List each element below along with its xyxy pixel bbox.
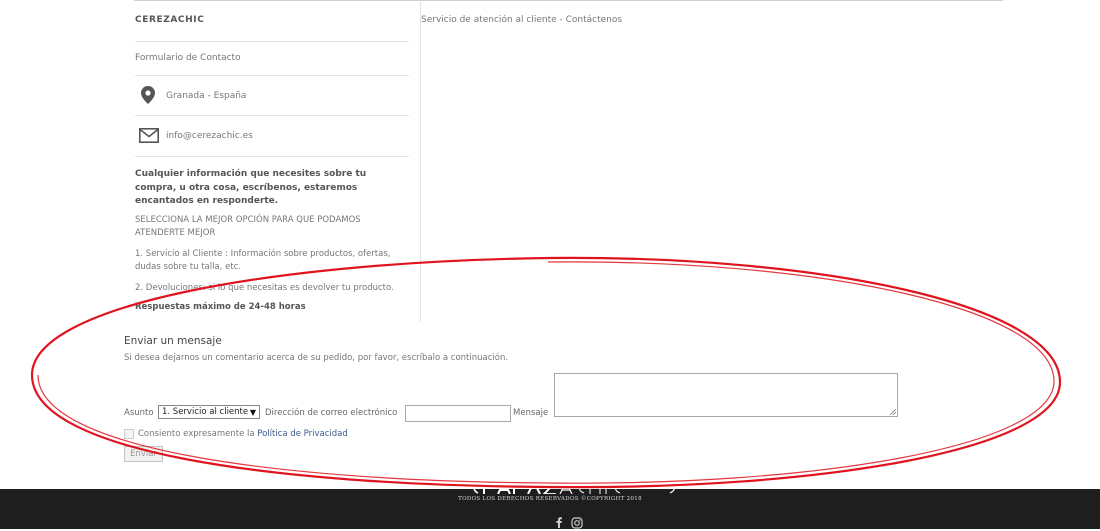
- divider: [135, 75, 409, 76]
- intro-text: Cualquier información que necesites sobr…: [135, 169, 367, 206]
- email-address[interactable]: info@cerezachic.es: [166, 131, 253, 141]
- subject-label: Asunto: [124, 408, 154, 418]
- subject-selected-value: 1. Servicio al cliente: [162, 407, 249, 417]
- form-description: Si desea dejarnos un comentario acerca d…: [124, 353, 509, 363]
- response-time-note: Respuestas máximo de 24-48 horas: [135, 302, 306, 312]
- location-pin-icon: [141, 86, 155, 104]
- divider: [135, 156, 409, 157]
- email-label: Dirección de correo electrónico: [265, 408, 398, 418]
- envelope-icon: [139, 128, 159, 143]
- page-heading: Servicio de atención al cliente - Contác…: [421, 15, 623, 25]
- brand-logo: [473, 480, 676, 494]
- instagram-icon[interactable]: [571, 516, 583, 529]
- message-label: Mensaje: [513, 408, 549, 418]
- consent-checkbox[interactable]: [124, 429, 134, 439]
- column-divider: [420, 2, 421, 322]
- dropdown-arrow-icon: ▼: [249, 408, 256, 417]
- facebook-icon[interactable]: [556, 517, 562, 528]
- resize-handle-icon[interactable]: [890, 409, 896, 415]
- divider: [135, 41, 409, 42]
- privacy-policy-link[interactable]: Política de Privacidad: [257, 429, 347, 439]
- message-textarea[interactable]: [554, 373, 898, 417]
- site-footer: TODOS LOS DERECHOS RESERVADOS ©COPYRIGHT…: [0, 480, 1100, 529]
- option-customer-service: 1. Servicio al Cliente : Información sob…: [135, 249, 391, 272]
- form-title: Enviar un mensaje: [124, 335, 222, 347]
- email-input[interactable]: [405, 405, 511, 422]
- subject-select[interactable]: 1. Servicio al cliente ▼: [158, 405, 260, 419]
- option-returns: 2. Devoluciones: si lo que necesitas es …: [135, 283, 394, 293]
- send-button[interactable]: Enviar: [124, 446, 163, 462]
- copyright-text: TODOS LOS DERECHOS RESERVADOS ©COPYRIGHT…: [458, 496, 642, 502]
- consent-text: Consiento expresamente la: [138, 429, 255, 439]
- social-links: [556, 512, 583, 529]
- brand-name: CEREZACHIC: [135, 15, 205, 25]
- divider: [135, 115, 409, 116]
- contact-form-link[interactable]: Formulario de Contacto: [135, 53, 241, 63]
- contact-info-panel: CEREZACHIC Formulario de Contacto Granad…: [135, 0, 409, 323]
- consent-label: Consiento expresamente la Política de Pr…: [138, 429, 348, 439]
- location-text: Granada - España: [166, 91, 247, 101]
- select-option-instruction: SELECCIONA LA MEJOR OPCIÓN PARA QUE PODA…: [135, 215, 361, 238]
